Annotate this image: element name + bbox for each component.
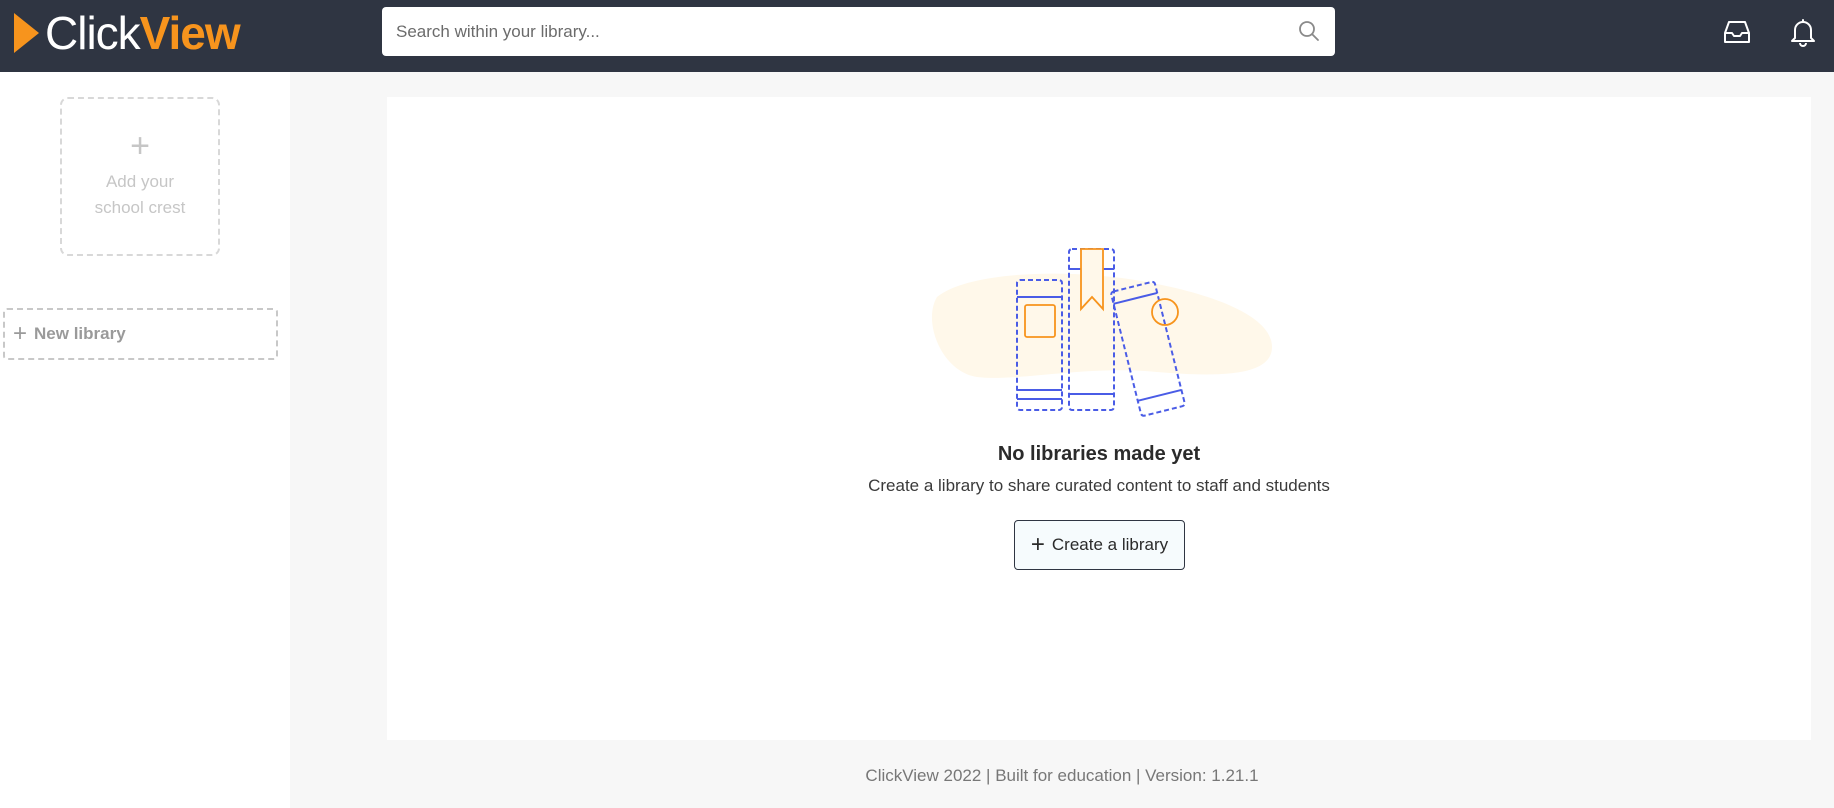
search-bar xyxy=(382,7,1335,56)
logo-text: ClickView xyxy=(45,7,241,59)
plus-icon: + xyxy=(1030,531,1045,558)
create-library-button[interactable]: + Create a library xyxy=(1014,520,1185,570)
add-crest-label: Add your school crest xyxy=(94,172,186,217)
footer-text: ClickView 2022 | Built for education | V… xyxy=(865,766,1259,785)
empty-state-title: No libraries made yet xyxy=(997,443,1201,465)
search-icon[interactable] xyxy=(1297,19,1321,43)
plus-icon: + xyxy=(13,320,28,347)
logo-play-icon xyxy=(14,13,39,53)
empty-libraries-illustration xyxy=(931,248,1272,417)
new-library-button[interactable]: + New library xyxy=(3,308,278,360)
sidebar: + Add your school crest + New library xyxy=(0,72,290,808)
new-library-label: New library xyxy=(34,324,126,343)
create-library-label: Create a library xyxy=(1051,535,1169,554)
plus-icon: + xyxy=(130,127,150,165)
clickview-logo[interactable]: ClickView xyxy=(14,7,241,59)
bell-icon[interactable] xyxy=(1787,16,1819,48)
main-content-panel: No libraries made yet Create a library t… xyxy=(387,97,1811,740)
empty-state-description: Create a library to share curated conten… xyxy=(868,476,1330,495)
inbox-icon[interactable] xyxy=(1721,16,1753,48)
add-school-crest-button[interactable]: + Add your school crest xyxy=(60,97,220,256)
search-input[interactable] xyxy=(382,7,1282,56)
top-navigation-bar: ClickView xyxy=(0,0,1834,72)
